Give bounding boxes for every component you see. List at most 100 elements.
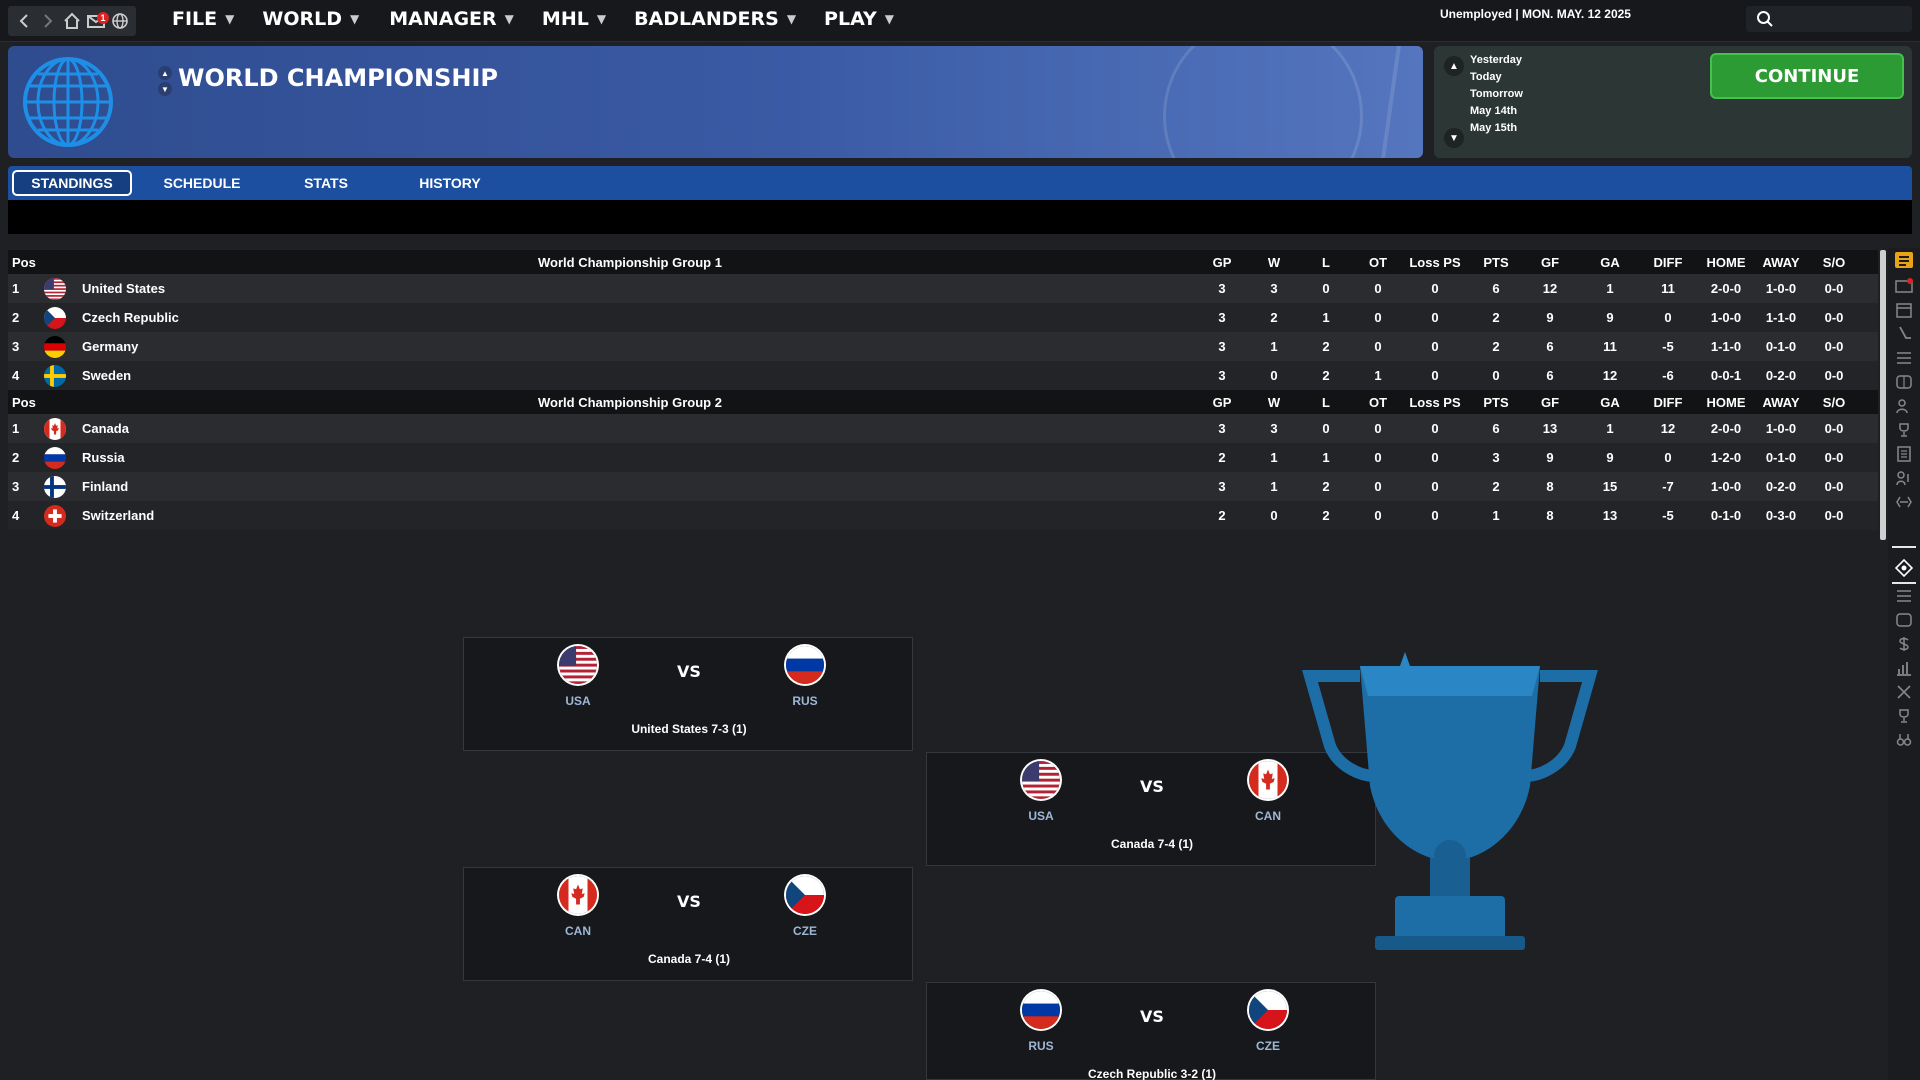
column-header[interactable]: W [1244, 395, 1304, 410]
column-header[interactable]: HOME [1696, 395, 1756, 410]
sidebar-divider [1892, 546, 1916, 548]
bracket-match[interactable]: VS CAN CZE Canada 7-4 (1) [463, 867, 913, 981]
mail-icon[interactable] [1894, 276, 1914, 296]
stat-cell: 2 [1492, 310, 1500, 325]
date-down-icon[interactable]: ▼ [1444, 128, 1464, 148]
players-icon[interactable] [1894, 396, 1914, 416]
column-header[interactable]: S/O [1804, 395, 1864, 410]
column-header[interactable]: GA [1580, 395, 1640, 410]
column-header[interactable]: PTS [1466, 395, 1526, 410]
column-header[interactable]: S/O [1804, 255, 1864, 270]
inbox-icon[interactable]: 1 [85, 10, 109, 32]
continue-button[interactable]: CONTINUE [1710, 53, 1904, 99]
scouting-icon[interactable] [1894, 730, 1914, 750]
tab-schedule[interactable]: SCHEDULE [152, 172, 252, 194]
pos-header[interactable]: Pos [12, 255, 36, 270]
table-row[interactable]: 1 Canada 3 3 0 0 0 6 13 1 12 2-0-0 1-0-0 0-0 [8, 414, 1878, 443]
list-icon[interactable] [1894, 348, 1914, 368]
column-header[interactable]: AWAY [1751, 395, 1811, 410]
column-header[interactable]: L [1296, 395, 1356, 410]
finance-user-icon[interactable] [1894, 468, 1914, 488]
trophy-outline-icon[interactable] [1894, 706, 1914, 726]
tab-standings[interactable]: STANDINGS [12, 170, 132, 196]
team-name[interactable]: Czech Republic [82, 310, 179, 325]
rus-flag-icon [1022, 991, 1060, 1029]
standings-icon[interactable] [1894, 250, 1914, 270]
team-name[interactable]: Germany [82, 339, 138, 354]
up-arrow-icon[interactable]: ▲ [158, 66, 172, 80]
team-name[interactable]: Switzerland [82, 508, 154, 523]
stat-cell: 2 [1492, 339, 1500, 354]
team-name[interactable]: Canada [82, 421, 129, 436]
column-header[interactable]: GP [1192, 255, 1252, 270]
column-header[interactable]: W [1244, 255, 1304, 270]
chevron-down-icon: ▼ [884, 12, 894, 26]
calendar-icon[interactable] [1894, 300, 1914, 320]
globe-icon[interactable] [109, 10, 131, 32]
table-row[interactable]: 1 United States 3 3 0 0 0 6 12 1 11 2-0-0 1-0-0 0-0 [8, 274, 1878, 303]
date-item[interactable]: Today [1470, 71, 1523, 83]
menu-badlanders[interactable]: BADLANDERS ▼ [634, 8, 796, 30]
column-header[interactable]: PTS [1466, 255, 1526, 270]
date-item[interactable]: May 15th [1470, 122, 1523, 134]
bar-chart-icon[interactable] [1894, 658, 1914, 678]
column-header[interactable]: Loss PS [1405, 255, 1465, 270]
menu-manager[interactable]: MANAGER ▼ [389, 8, 514, 30]
column-header[interactable]: GF [1520, 395, 1580, 410]
home-icon[interactable] [61, 10, 83, 32]
date-item[interactable]: May 14th [1470, 105, 1523, 117]
table-row[interactable]: 3 Finland 3 1 2 0 0 2 8 15 -7 1-0-0 0-2-0 0-0 [8, 472, 1878, 501]
table-row[interactable]: 3 Germany 3 1 2 0 0 2 6 11 -5 1-1-0 0-1-0 0-0 [8, 332, 1878, 361]
table-row[interactable]: 4 Switzerland 2 0 2 0 0 1 8 13 -5 0-1-0 0-3-0 0-0 [8, 501, 1878, 530]
date-up-icon[interactable]: ▲ [1444, 56, 1464, 76]
team-name[interactable]: Finland [82, 479, 128, 494]
column-header[interactable]: Loss PS [1405, 395, 1465, 410]
document-icon[interactable] [1894, 444, 1914, 464]
row-position: 3 [12, 339, 20, 354]
column-header[interactable]: GP [1192, 395, 1252, 410]
tab-history[interactable]: HISTORY [400, 172, 500, 194]
table-row[interactable]: 4 Sweden 3 0 2 1 0 0 6 12 -6 0-0-1 0-2-0 0-0 [8, 361, 1878, 390]
stat-cell: 0-0 [1824, 421, 1844, 436]
menu-play[interactable]: PLAY ▼ [824, 8, 894, 30]
table-row[interactable]: 2 Czech Republic 3 2 1 0 0 2 9 9 0 1-0-0 1-1-0 0-0 [8, 303, 1878, 332]
team-name[interactable]: Russia [82, 450, 125, 465]
bracket-match[interactable]: VS USA RUS United States 7-3 (1) [463, 637, 913, 751]
table-row[interactable]: 2 Russia 2 1 1 0 0 3 9 9 0 1-2-0 0-1-0 0-0 [8, 443, 1878, 472]
menu-file[interactable]: FILE ▼ [172, 8, 234, 30]
column-header[interactable]: L [1296, 255, 1356, 270]
trophy-small-icon[interactable] [1894, 420, 1914, 440]
transfer-icon[interactable] [1894, 492, 1914, 512]
roster-list-icon[interactable] [1894, 586, 1914, 606]
tactics-icon[interactable] [1894, 610, 1914, 630]
compass-icon[interactable] [1894, 558, 1914, 578]
forward-icon[interactable] [37, 10, 59, 32]
back-icon[interactable] [13, 10, 35, 32]
standings-scrollbar[interactable] [1880, 250, 1886, 540]
column-header[interactable]: DIFF [1638, 255, 1698, 270]
menu-mhl[interactable]: MHL ▼ [542, 8, 606, 30]
down-arrow-icon[interactable]: ▼ [158, 82, 172, 96]
column-header[interactable]: HOME [1696, 255, 1756, 270]
standings-table: Pos World Championship Group 1 GP W L OT Loss … [8, 250, 1878, 530]
date-item[interactable]: Tomorrow [1470, 88, 1523, 100]
pos-header[interactable]: Pos [12, 395, 36, 410]
hockey-stick-icon[interactable] [1894, 324, 1914, 344]
column-header[interactable]: GF [1520, 255, 1580, 270]
bracket-match[interactable]: VS RUS CZE Czech Republic 3-2 (1) [926, 982, 1376, 1080]
tab-stats[interactable]: STATS [276, 172, 376, 194]
column-header[interactable]: DIFF [1638, 395, 1698, 410]
team-name[interactable]: Sweden [82, 368, 131, 383]
trophy-icon [1300, 636, 1600, 961]
dollar-icon[interactable] [1894, 634, 1914, 654]
column-header[interactable]: AWAY [1751, 255, 1811, 270]
date-item[interactable]: Yesterday [1470, 54, 1523, 66]
column-header[interactable]: OT [1348, 395, 1408, 410]
crossed-sticks-icon[interactable] [1894, 682, 1914, 702]
rink-icon[interactable] [1894, 372, 1914, 392]
column-header[interactable]: OT [1348, 255, 1408, 270]
search-input[interactable] [1746, 6, 1912, 32]
column-header[interactable]: GA [1580, 255, 1640, 270]
team-name[interactable]: United States [82, 281, 165, 296]
menu-world[interactable]: WORLD ▼ [262, 8, 359, 30]
